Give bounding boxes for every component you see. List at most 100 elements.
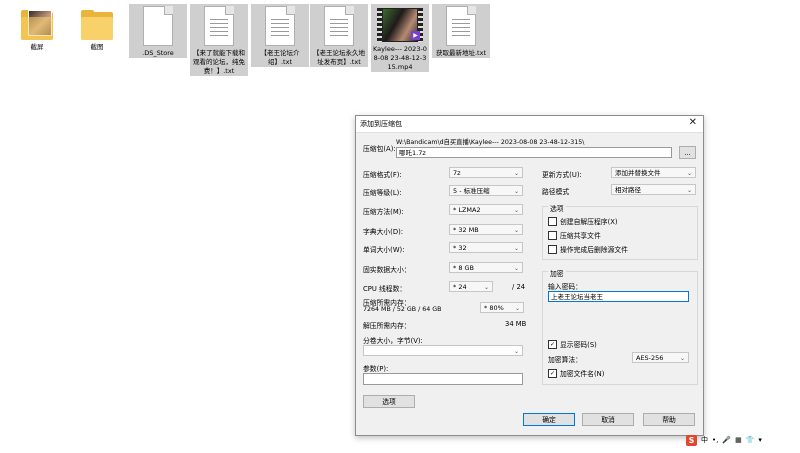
path-mode-select[interactable]: 相对路径 ⌄ — [611, 184, 696, 195]
ime-language-toggle[interactable]: 中 — [701, 435, 708, 445]
update-value: 添加并替换文件 — [615, 169, 661, 177]
checkbox-icon — [548, 230, 557, 240]
options-button[interactable]: 选项 — [363, 395, 415, 408]
help-button[interactable]: 帮助 — [643, 413, 695, 426]
desktop-file-txt-1[interactable]: 【来了就能下载和观看的论坛，纯免费！】.txt — [190, 4, 248, 76]
chevron-down-icon: ⌄ — [513, 265, 519, 272]
format-label: 压缩格式(F): — [363, 171, 402, 179]
dict-label: 字典大小(D): — [363, 228, 404, 236]
solid-label: 固实数据大小： — [363, 266, 411, 274]
video-file-icon: ▶ — [377, 8, 423, 42]
update-label: 更新方式(U): — [542, 171, 582, 179]
show-password-checkbox[interactable]: ✓ 显示密码(S) — [548, 339, 597, 349]
decomp-value: 34 MB — [505, 320, 527, 328]
keyboard-grid-icon[interactable]: ▦ — [735, 436, 742, 444]
more-icon[interactable]: ▾ — [758, 436, 762, 444]
cancel-button[interactable]: 取消 — [582, 413, 634, 426]
checkbox-icon — [548, 244, 557, 254]
desktop-folder-captures[interactable]: 截图 — [68, 4, 126, 52]
shared-label: 压缩共享文件 — [560, 232, 601, 240]
folder-photo-icon — [21, 10, 53, 40]
shared-checkbox[interactable]: 压缩共享文件 — [548, 230, 601, 240]
word-select[interactable]: * 32 ⌄ — [449, 242, 523, 253]
document-icon — [143, 6, 173, 46]
split-select[interactable]: ⌄ — [363, 345, 523, 356]
show-password-label: 显示密码(S) — [560, 341, 597, 349]
path-mode-label: 路径模式 — [542, 188, 570, 196]
close-icon[interactable]: ✕ — [689, 117, 697, 128]
desktop-file-ds-store[interactable]: .DS_Store — [129, 4, 187, 58]
chevron-down-icon: ⌄ — [513, 227, 519, 234]
chevron-down-icon: ⌄ — [513, 170, 519, 177]
dict-select[interactable]: * 32 MB ⌄ — [449, 224, 523, 235]
enc-method-select[interactable]: AES-256 ⌄ — [632, 352, 689, 363]
mem-percent-select[interactable]: * 80% ⌄ — [480, 302, 524, 313]
checkbox-icon — [548, 216, 557, 226]
chevron-down-icon: ⌄ — [679, 355, 685, 362]
format-value: 7z — [453, 169, 461, 177]
microphone-icon[interactable]: 🎤 — [722, 436, 731, 444]
sfx-label: 创建自解压程序(X) — [560, 218, 618, 226]
cpu-select[interactable]: * 24 ⌄ — [449, 281, 493, 292]
file-name: Kaylee--- 2023-08-08 23-48-12-315.mp4 — [373, 45, 427, 71]
archive-path: W:\Bandicam\d自买直播\Kaylee--- 2023-08-08 2… — [396, 139, 585, 146]
desktop-file-txt-3[interactable]: 【老王论坛永久地址发布页】.txt — [310, 4, 368, 67]
archive-name-input[interactable]: 哪吒1.7z — [396, 147, 672, 158]
skin-icon[interactable]: 👕 — [746, 436, 755, 444]
params-input[interactable] — [363, 373, 523, 385]
archive-label: 压缩包(A): — [363, 145, 396, 153]
encryption-group-title: 加密 — [548, 268, 566, 278]
cpu-total: / 24 — [512, 283, 526, 291]
dialog-titlebar: 添加到压缩包 ✕ — [356, 116, 703, 133]
text-file-icon — [324, 6, 354, 46]
split-label: 分卷大小，字节(V): — [363, 337, 423, 345]
text-file-icon — [446, 6, 476, 46]
level-value: 5 - 标准压缩 — [453, 187, 490, 195]
desktop-folder-screenshots[interactable]: 截屏 — [8, 4, 66, 52]
options-group-title: 选项 — [548, 203, 566, 213]
method-value: * LZMA2 — [453, 206, 481, 214]
password-input[interactable]: 上老王论坛当老王 — [548, 291, 689, 302]
chevron-down-icon: ⌄ — [513, 245, 519, 252]
enc-method-label: 加密算法： — [548, 356, 582, 364]
chevron-down-icon: ⌄ — [686, 187, 692, 194]
sfx-checkbox[interactable]: 创建自解压程序(X) — [548, 216, 618, 226]
cpu-value: * 24 — [453, 283, 467, 291]
delete-checkbox[interactable]: 操作完成后删除源文件 — [548, 244, 628, 254]
text-file-icon — [265, 6, 295, 46]
check-icon: ✓ — [548, 368, 557, 378]
file-name: 获取最新地址.txt — [435, 49, 486, 57]
chevron-down-icon: ⌄ — [513, 207, 519, 214]
word-label: 单词大小(W): — [363, 246, 405, 254]
encrypt-names-checkbox[interactable]: ✓ 加密文件名(N) — [548, 368, 604, 378]
decomp-label: 解压所需内存： — [363, 322, 411, 330]
method-label: 压缩方法(M): — [363, 208, 404, 216]
params-label: 参数(P): — [363, 365, 389, 373]
dialog-title: 添加到压缩包 — [360, 120, 402, 128]
ime-logo-icon[interactable]: S — [686, 434, 697, 446]
desktop-file-video[interactable]: ▶ Kaylee--- 2023-08-08 23-48-12-315.mp4 — [371, 4, 429, 72]
file-name: 截屏 — [30, 43, 44, 51]
mem-percent-value: * 80% — [484, 304, 504, 312]
method-select[interactable]: * LZMA2 ⌄ — [449, 204, 523, 215]
desktop-file-txt-4[interactable]: 获取最新地址.txt — [432, 4, 490, 58]
mem-detail: 7264 MB / 52 GB / 64 GB — [363, 306, 442, 313]
level-label: 压缩等级(L): — [363, 189, 402, 197]
chevron-down-icon: ⌄ — [686, 170, 692, 177]
ok-button[interactable]: 确定 — [523, 413, 575, 426]
word-value: * 32 — [453, 244, 467, 252]
enc-method-value: AES-256 — [636, 354, 664, 362]
file-name: 截图 — [90, 43, 104, 51]
delete-label: 操作完成后删除源文件 — [560, 246, 628, 254]
path-mode-value: 相对路径 — [615, 186, 641, 194]
format-select[interactable]: 7z ⌄ — [449, 167, 523, 178]
update-select[interactable]: 添加并替换文件 ⌄ — [611, 167, 696, 178]
chevron-down-icon: ⌄ — [483, 284, 489, 291]
folder-icon — [81, 10, 113, 40]
browse-button[interactable]: ... — [679, 146, 696, 159]
password-label: 输入密码： — [548, 283, 582, 291]
desktop-file-txt-2[interactable]: 【老王论坛介绍】.txt — [251, 4, 309, 67]
level-select[interactable]: 5 - 标准压缩 ⌄ — [449, 185, 523, 196]
solid-select[interactable]: * 8 GB ⌄ — [449, 262, 523, 273]
ime-punctuation-toggle[interactable]: •, — [712, 436, 718, 444]
